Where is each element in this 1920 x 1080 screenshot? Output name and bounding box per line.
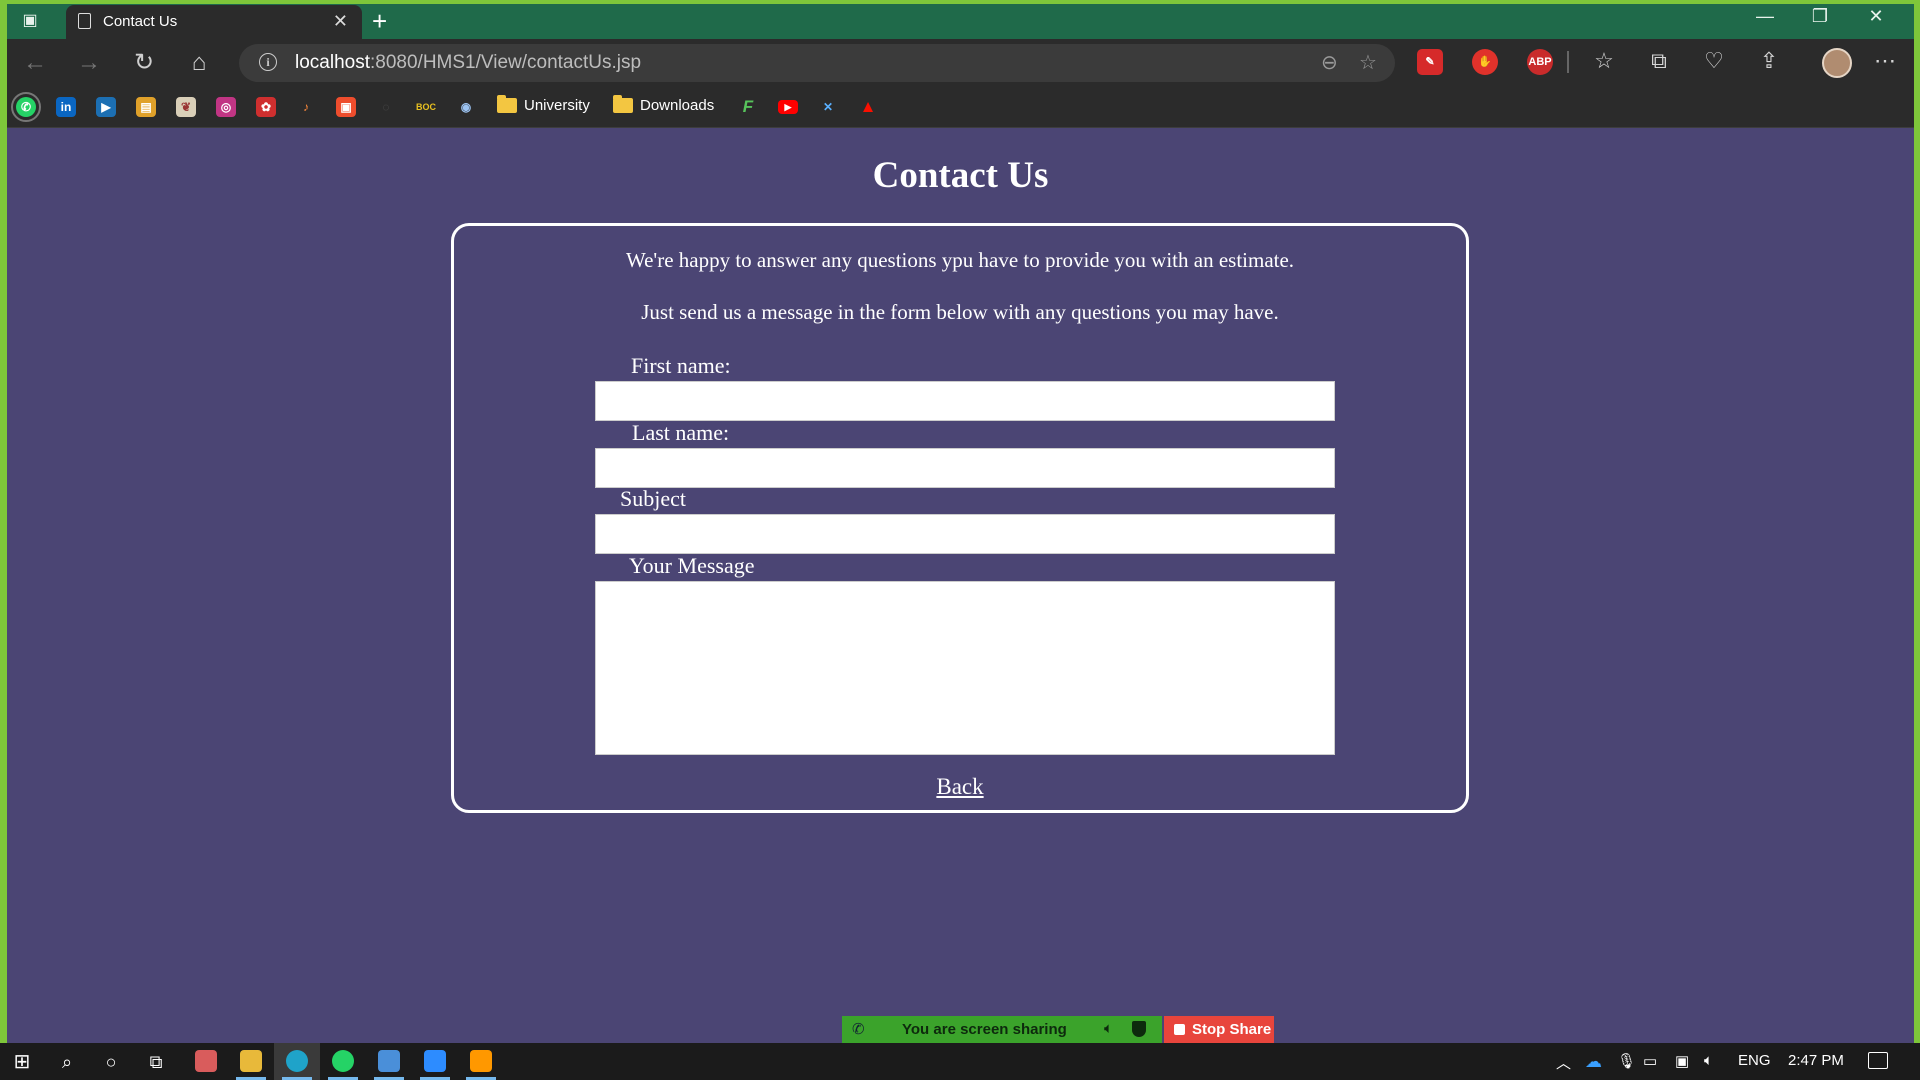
browser-essentials-icon[interactable]: ♡ — [1699, 48, 1729, 74]
app-icon-3d[interactable] — [378, 1050, 400, 1072]
message-label: Your Message — [629, 553, 755, 578]
youtube-bookmark-icon[interactable]: ▶ — [778, 100, 798, 114]
back-link[interactable]: Back — [454, 774, 1466, 800]
boc-bookmark-icon[interactable]: BOC — [416, 97, 436, 117]
forward-arrow-icon[interactable]: → — [73, 47, 105, 79]
folder-icon — [613, 95, 633, 114]
new-tab-icon[interactable]: + — [372, 6, 387, 37]
linkedin-bookmark-icon[interactable]: in — [56, 97, 76, 117]
close-tab-icon[interactable]: ✕ — [333, 11, 348, 32]
close-window-icon[interactable]: ✕ — [1856, 6, 1896, 27]
stop-share-button[interactable]: Stop Share — [1164, 1016, 1274, 1044]
tools-bookmark-icon[interactable]: ✕ — [818, 97, 838, 117]
browser-toolbar: ← → ↻ ⌂ i localhost:8080/HMS1/View/conta… — [7, 39, 1914, 87]
f-bookmark-icon[interactable]: F — [738, 97, 758, 117]
intro-text-2: Just send us a message in the form below… — [641, 300, 1279, 324]
subject-field[interactable] — [595, 514, 1335, 554]
tab-title: Contact Us — [103, 13, 178, 30]
film-bookmark-icon[interactable]: ▤ — [136, 97, 156, 117]
contact-card: We're happy to answer any questions ypu … — [451, 223, 1469, 813]
favorites-icon[interactable]: ☆ — [1589, 48, 1619, 74]
url-text[interactable]: localhost:8080/HMS1/View/contactUs.jsp — [295, 52, 641, 74]
refresh-icon[interactable]: ↻ — [128, 47, 160, 79]
restore-icon[interactable]: ❐ — [1800, 6, 1840, 27]
bookmarks-bar: ✆ in ▶ ▤ ❦ ◎ ✿ ♪ ▣ ◌ BOC ◉ University Do… — [7, 87, 1914, 128]
more-menu-icon[interactable]: ⋯ — [1870, 48, 1900, 74]
cortana-icon[interactable]: ○ — [98, 1049, 124, 1075]
message-textarea[interactable] — [595, 581, 1335, 755]
intro-text-1: We're happy to answer any questions ypu … — [625, 248, 1295, 272]
share-icon[interactable]: ⇪ — [1754, 48, 1784, 74]
tab-actions-icon[interactable]: ▣ — [19, 10, 41, 32]
language-indicator[interactable]: ENG — [1738, 1052, 1771, 1069]
music-bookmark-icon[interactable]: ♪ — [296, 97, 316, 117]
art-bookmark-icon[interactable]: ❦ — [176, 97, 196, 117]
address-bar[interactable]: i localhost:8080/HMS1/View/contactUs.jsp… — [239, 44, 1395, 82]
file-explorer-icon[interactable] — [240, 1050, 262, 1072]
zoom-icon[interactable]: ⊖ — [1321, 50, 1338, 75]
page-title: Contact Us — [872, 155, 1049, 196]
page-icon — [78, 13, 91, 29]
onedrive-icon[interactable]: ☁ — [1585, 1052, 1602, 1072]
tab-strip: ▣ Contact Us ✕ + — ❐ ✕ — [7, 4, 1914, 39]
browser-window: ▣ Contact Us ✕ + — ❐ ✕ ← → ↻ ⌂ i localho… — [7, 4, 1914, 1043]
page-content: Contact Us We're happy to answer any que… — [7, 128, 1914, 1043]
phone-icon: ✆ — [852, 1021, 865, 1038]
app-icon-1[interactable] — [195, 1050, 217, 1072]
bookmark-folder-university[interactable]: University — [497, 95, 590, 115]
huawei-bookmark-icon[interactable]: ✿ — [256, 97, 276, 117]
first-name-label: First name: — [631, 353, 731, 378]
share-status-bar: ✆ You are screen sharing 🔈︎ — [842, 1016, 1162, 1044]
first-name-field[interactable] — [595, 381, 1335, 421]
stop-share-label: Stop Share — [1192, 1021, 1272, 1038]
last-name-label: Last name: — [632, 420, 730, 445]
share-status-text: You are screen sharing — [902, 1021, 1067, 1038]
last-name-field[interactable] — [595, 448, 1335, 488]
windows-start-icon[interactable]: ⊞ — [9, 1049, 35, 1075]
minimize-icon[interactable]: — — [1745, 6, 1785, 27]
volume-icon[interactable]: 🔈︎ — [1704, 1052, 1713, 1069]
extension-pen-icon[interactable]: ✎ — [1417, 49, 1443, 75]
speaker-icon[interactable]: 🔈︎ — [1104, 1020, 1113, 1037]
clock[interactable]: 2:47 PM — [1788, 1052, 1844, 1069]
home-icon[interactable]: ⌂ — [183, 47, 215, 79]
zoom-taskbar-icon[interactable] — [424, 1050, 446, 1072]
subject-label: Subject — [620, 486, 686, 511]
adobe-bookmark-icon[interactable]: ▲ — [858, 97, 878, 117]
whatsapp-bookmark-icon[interactable]: ✆ — [11, 92, 41, 122]
extension-hand-icon[interactable]: ✋ — [1472, 49, 1498, 75]
video-bookmark-icon[interactable]: ▶ — [96, 97, 116, 117]
adblock-plus-icon[interactable]: ABP — [1527, 49, 1553, 75]
microphone-icon[interactable]: 🎙︎ — [1617, 1052, 1636, 1070]
globe-bookmark-icon[interactable]: ◉ — [456, 97, 476, 117]
shield-icon — [1132, 1021, 1146, 1037]
network-icon[interactable]: ▣ — [1675, 1052, 1689, 1070]
folder-icon — [497, 95, 517, 114]
loading-bookmark-icon[interactable]: ◌ — [376, 97, 396, 117]
collections-icon[interactable]: ⧉ — [1644, 48, 1674, 74]
back-arrow-icon[interactable]: ← — [19, 47, 51, 79]
profile-avatar[interactable] — [1822, 48, 1852, 78]
stop-icon — [1174, 1024, 1185, 1035]
battery-icon[interactable]: ▭ — [1643, 1052, 1657, 1070]
shop-bookmark-icon[interactable]: ▣ — [336, 97, 356, 117]
add-favorite-icon[interactable]: ☆ — [1359, 50, 1377, 75]
taskbar: ⊞ ⌕ ○ ⧉ ︿ ☁ 🎙︎ ▭ ▣ 🔈︎ ENG 2:47 PM — [0, 1043, 1920, 1080]
sublime-text-icon[interactable] — [470, 1050, 492, 1072]
screen-share-banner: ✆ You are screen sharing 🔈︎ Stop Share — [842, 1016, 1274, 1044]
edge-browser-icon[interactable] — [286, 1050, 308, 1072]
bookmark-folder-downloads[interactable]: Downloads — [613, 95, 714, 115]
whatsapp-taskbar-icon[interactable] — [332, 1050, 354, 1072]
toolbar-divider — [1567, 51, 1569, 73]
site-info-icon[interactable]: i — [259, 53, 277, 71]
notifications-icon[interactable] — [1868, 1052, 1888, 1069]
task-view-icon[interactable]: ⧉ — [143, 1049, 169, 1075]
show-hidden-icons-icon[interactable]: ︿ — [1556, 1052, 1571, 1073]
tab-contact-us[interactable]: Contact Us ✕ — [66, 5, 362, 39]
instagram-bookmark-icon[interactable]: ◎ — [216, 97, 236, 117]
search-icon[interactable]: ⌕ — [54, 1049, 80, 1075]
